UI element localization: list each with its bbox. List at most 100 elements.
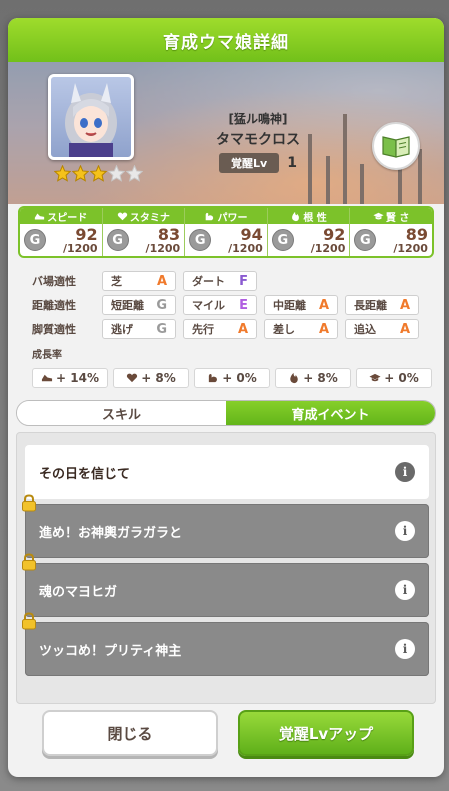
stat-grade-badge: G (271, 229, 294, 251)
stat-label: スピード (47, 212, 88, 224)
aptitude-cell: 先行 A (183, 319, 257, 339)
aptitude-cell: マイル E (183, 295, 257, 315)
flame-icon (292, 211, 300, 221)
empty-star-icon (108, 165, 125, 182)
track-aptitude-row: バ場適性 芝 A ダート F (32, 270, 257, 292)
lock-icon (22, 612, 36, 630)
style-aptitude-row: 脚質適性 逃げ G 先行 A 差し A 追込 A (32, 318, 419, 340)
track-aptitude-label: バ場適性 (32, 275, 76, 288)
aptitude-grade: G (156, 321, 167, 337)
heart-icon (117, 211, 128, 220)
dialog-title-bar: 育成ウマ娘詳細 (8, 18, 444, 62)
training-event-item[interactable]: 魂のマヨヒガ i (22, 553, 429, 617)
aptitude-name: 芝 (111, 275, 122, 288)
detail-tabs: スキル 育成イベント (16, 400, 436, 426)
aptitude-name: 逃げ (111, 323, 133, 336)
style-aptitude-label: 脚質適性 (32, 323, 76, 336)
awaken-level-up-button[interactable]: 覚醒Lvアップ (238, 710, 414, 756)
character-name: タマモクロス (216, 132, 300, 148)
training-event-list: その日を信じて i 進め！お神輿ガラガラと i 魂のマヨヒガ i ツッコめ！プリ… (16, 432, 436, 704)
growth-rate-value: + 8% (303, 371, 338, 385)
character-portrait[interactable] (48, 74, 134, 160)
lock-icon (22, 494, 36, 512)
aptitude-grade: E (239, 297, 248, 313)
stat-grade-badge: G (106, 229, 129, 251)
stat-header: スピード (20, 208, 102, 224)
stat-max: /1200 (145, 241, 181, 255)
awakening-label: 覚醒Lv (219, 153, 280, 173)
shoe-icon (41, 374, 53, 382)
growth-rate-value: + 0% (384, 371, 419, 385)
character-portrait-image (65, 83, 117, 157)
growth-rate-value: + 14% (56, 371, 99, 385)
growth-rate-value: + 8% (141, 371, 176, 385)
aptitude-cell: 追込 A (345, 319, 419, 339)
aptitude-name: 先行 (192, 323, 214, 336)
growth-rate-cell: + 14% (32, 368, 108, 388)
book-icon (382, 136, 410, 158)
character-epithet: [猛ル鳴神] (228, 112, 288, 126)
growth-rate-cell: + 8% (113, 368, 189, 388)
stat-grade-badge: G (189, 229, 212, 251)
info-icon[interactable]: i (395, 580, 415, 600)
stat-label: スタミナ (129, 212, 170, 224)
aptitude-grade: A (237, 321, 248, 337)
stat-3: 根 性 G 92 /1200 (267, 208, 351, 256)
muscle-icon (206, 212, 214, 220)
stat-0: スピード G 92 /1200 (20, 208, 103, 256)
stat-4: 賢 さ G 89 /1200 (350, 208, 432, 256)
aptitude-grade: A (399, 321, 410, 337)
stat-max: /1200 (62, 241, 98, 255)
aptitude-grade: G (156, 297, 167, 313)
stat-label: 賢 さ (385, 212, 410, 224)
training-event-title: 進め！お神輿ガラガラと (39, 525, 183, 541)
aptitude-grade: F (239, 273, 248, 289)
aptitude-grade: A (156, 273, 167, 289)
aptitude-name: 追込 (354, 323, 376, 336)
heart-icon (127, 373, 138, 383)
training-event-title: 魂のマヨヒガ (39, 584, 118, 600)
close-button[interactable]: 閉じる (42, 710, 218, 756)
aptitude-cell: 中距離 A (264, 295, 338, 315)
stat-value: 92 (323, 224, 346, 244)
stat-label: パワー (217, 212, 248, 224)
stat-value: 83 (157, 224, 181, 244)
aptitude-name: マイル (192, 299, 225, 312)
stat-1: スタミナ G 83 /1200 (102, 208, 186, 256)
shoe-icon (35, 213, 45, 219)
rarity-stars (54, 165, 143, 182)
dialog-title: 育成ウマ娘詳細 (163, 32, 289, 53)
character-hero: [猛ル鳴神] タマモクロス 覚醒Lv 1 (8, 62, 444, 204)
stat-value: 92 (75, 224, 98, 244)
stat-max: /1200 (393, 241, 428, 255)
growth-rate-value: + 0% (222, 371, 257, 385)
filled-star-icon (90, 165, 107, 182)
growth-rate-cell: + 0% (356, 368, 432, 388)
graduation-cap-icon (373, 212, 384, 219)
character-info: [猛ル鳴神] タマモクロス 覚醒Lv 1 (158, 110, 358, 173)
info-icon[interactable]: i (395, 521, 415, 541)
stat-header: スタミナ (102, 208, 185, 224)
aptitude-cell: 短距離 G (102, 295, 176, 315)
stat-grade-badge: G (24, 229, 46, 251)
training-event-title: その日を信じて (39, 466, 131, 482)
info-icon[interactable]: i (395, 462, 415, 482)
filled-star-icon (72, 165, 89, 182)
tab-skill[interactable]: スキル (17, 401, 226, 425)
guide-book-button[interactable] (372, 122, 420, 170)
aptitude-name: 長距離 (354, 299, 387, 312)
training-event-item[interactable]: その日を信じて i (25, 445, 429, 499)
aptitude-name: 短距離 (111, 299, 144, 312)
aptitude-cell: ダート F (183, 271, 257, 291)
info-icon[interactable]: i (395, 639, 415, 659)
muscle-icon (209, 374, 218, 383)
stat-2: パワー G 94 /1200 (185, 208, 268, 256)
tab-training-events[interactable]: 育成イベント (226, 401, 435, 425)
training-event-item[interactable]: ツッコめ！プリティ神主 i (22, 612, 429, 676)
graduation-cap-icon (369, 373, 381, 382)
lock-icon (22, 553, 36, 571)
stat-value: 94 (240, 224, 263, 244)
stat-max: /1200 (228, 241, 263, 255)
growth-rate-title: 成長率 (32, 350, 62, 361)
training-event-item[interactable]: 進め！お神輿ガラガラと i (22, 494, 429, 558)
